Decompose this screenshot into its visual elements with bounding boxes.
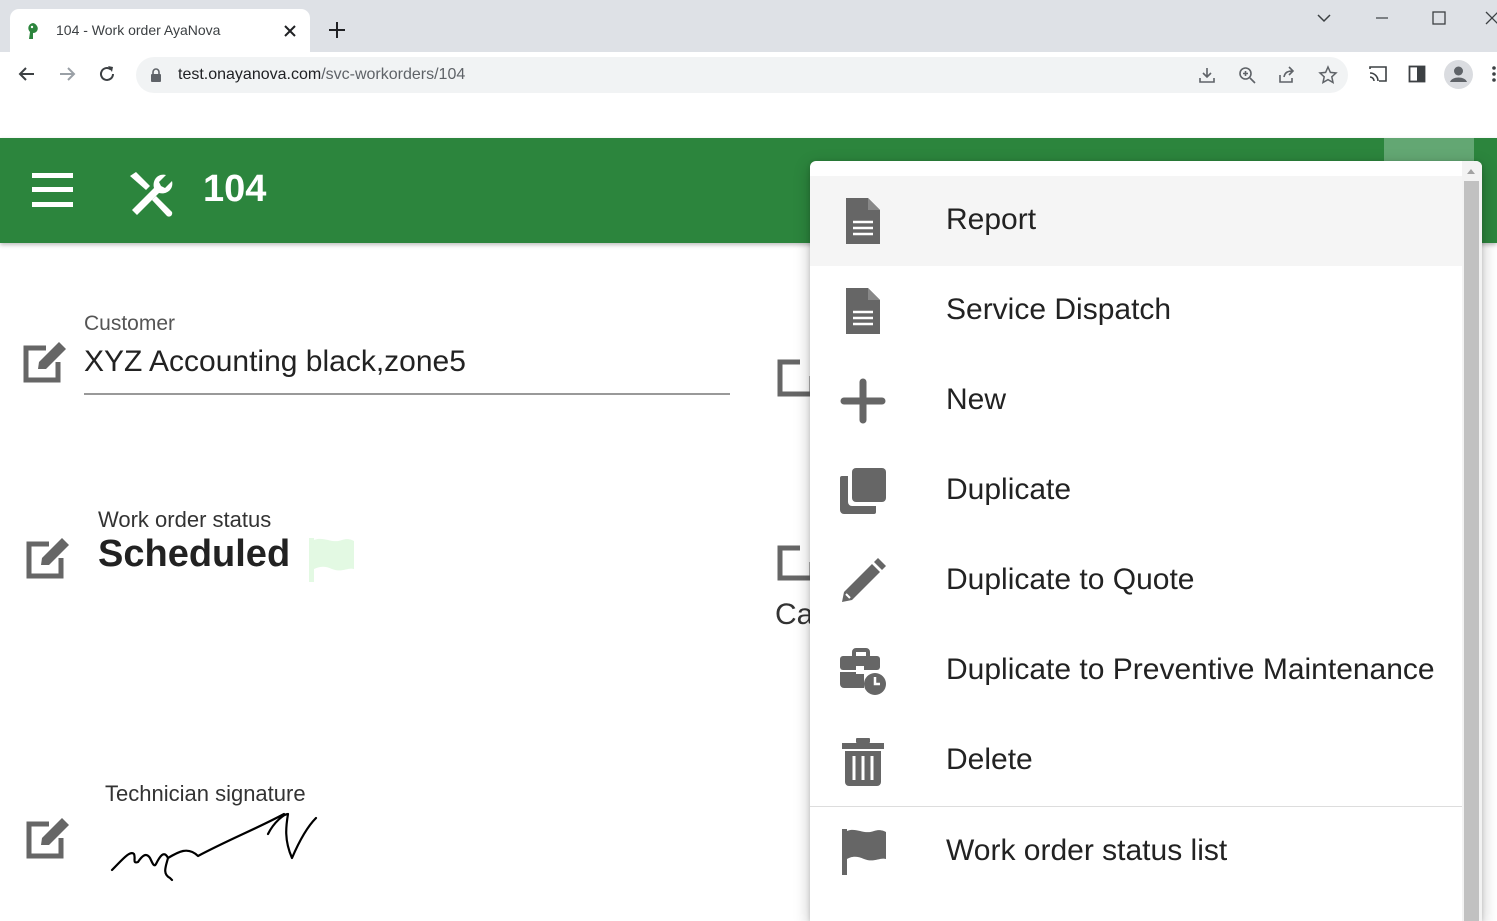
status-label: Work order status [98,507,272,532]
document-icon [846,288,880,334]
customer-value[interactable]: XYZ Accounting black,zone5 [84,345,466,379]
menu-item-delete[interactable]: Delete [810,716,1462,806]
install-app-icon[interactable] [1198,66,1216,84]
menu-item-work-order-status-list[interactable]: Work order status list [810,807,1462,897]
url-host: test.onayanova.com [178,66,322,83]
copy-icon [840,468,886,514]
side-panel-icon[interactable] [1408,65,1426,83]
flag-icon [842,829,886,875]
menu-scrollbar-thumb[interactable] [1464,181,1479,921]
favicon-icon [28,23,38,39]
menu-item-label: Duplicate [946,473,1072,506]
menu-item-label: New [946,383,1007,416]
browser-menu-icon[interactable] [1490,64,1497,84]
edit-status-icon[interactable] [25,538,71,580]
menu-item-service-dispatch[interactable]: Service Dispatch [810,266,1462,356]
address-bar[interactable]: test.onayanova.com/svc-workorders/104 [136,57,1348,93]
partial-field-label: Ca [775,598,814,631]
menu-item-report[interactable]: Report [810,176,1462,266]
minimize-icon[interactable] [1374,10,1390,26]
edit-customer-icon[interactable] [22,342,68,384]
menu-item-label: Delete [946,743,1033,776]
customer-label: Customer [84,312,176,335]
trash-icon [842,738,884,786]
close-tab-icon[interactable] [282,23,298,39]
menu-item-new[interactable]: New [810,356,1462,446]
cast-icon[interactable] [1368,65,1388,83]
plus-icon [840,378,886,424]
menu-item-duplicate[interactable]: Duplicate [810,446,1462,536]
menu-item-label: Work order status list [946,834,1228,867]
context-menu: Report Service Dispatch New Duplicate Du… [810,161,1482,921]
browser-tab[interactable]: 104 - Work order AyaNova [10,9,310,52]
signature-label: Technician signature [105,781,306,806]
appbar-button-highlight [1384,138,1474,162]
pencil-icon [842,558,886,602]
tab-search-icon[interactable] [1316,10,1332,26]
zoom-icon[interactable] [1238,66,1256,84]
tools-icon [130,172,173,217]
browser-tab-strip: 104 - Work order AyaNova [0,0,1497,52]
menu-item-duplicate-to-quote[interactable]: Duplicate to Quote [810,536,1462,626]
menu-item-duplicate-to-preventive-maintenance[interactable]: Duplicate to Preventive Maintenance [810,626,1462,716]
close-window-icon[interactable] [1484,10,1497,26]
profile-icon [1450,66,1467,82]
reload-icon[interactable] [97,64,117,84]
share-icon[interactable] [1278,66,1296,84]
lock-icon[interactable] [150,68,162,82]
edit-signature-icon[interactable] [25,818,71,860]
back-icon[interactable] [17,64,37,84]
page-title: 104 [203,168,267,210]
menu-item-label: Report [946,203,1037,236]
new-tab-icon[interactable] [328,21,346,39]
url-path: /svc-workorders/104 [321,66,466,83]
menu-item-label: Service Dispatch [946,293,1172,326]
maximize-icon[interactable] [1431,10,1447,26]
browser-toolbar: test.onayanova.com/svc-workorders/104 [0,52,1497,97]
technician-signature-image[interactable] [108,810,322,882]
report-icon [846,198,880,244]
customer-underline [84,393,730,395]
status-value[interactable]: Scheduled [98,533,290,576]
business-time-icon [840,648,886,695]
scroll-up-arrow-icon[interactable] [1466,167,1476,175]
url-text[interactable]: test.onayanova.com/svc-workorders/104 [178,66,465,84]
tab-title: 104 - Work order AyaNova [56,22,221,38]
forward-icon[interactable] [57,64,77,84]
hamburger-menu-icon[interactable] [32,172,73,208]
bookmark-star-icon[interactable] [1318,65,1338,85]
menu-item-label: Duplicate to Quote [946,563,1195,596]
menu-item-label: Duplicate to Preventive Maintenance [946,653,1435,686]
profile-avatar[interactable] [1444,60,1473,89]
status-flag-icon [309,538,354,582]
